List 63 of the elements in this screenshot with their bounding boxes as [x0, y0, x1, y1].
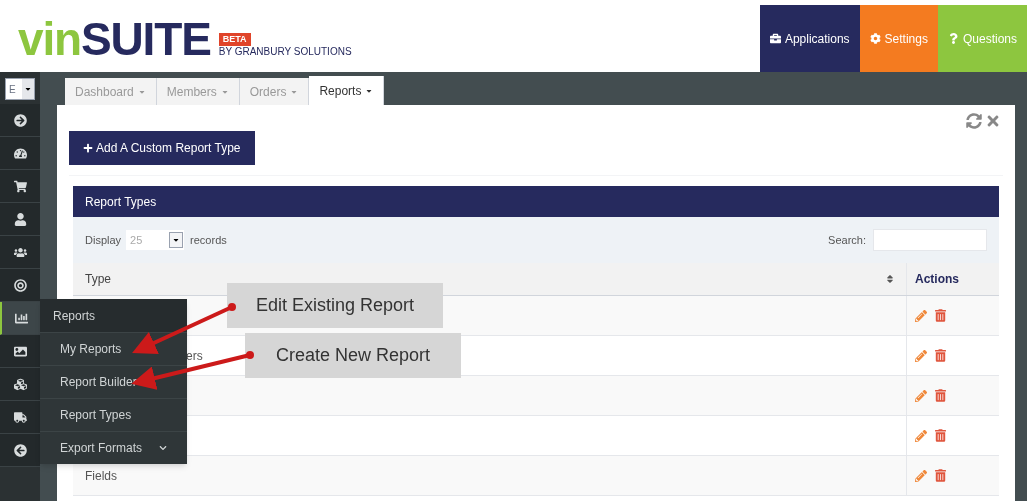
table-cell-text: Fields — [85, 467, 117, 485]
trash-icon[interactable] — [935, 349, 946, 362]
pencil-icon[interactable] — [915, 429, 927, 442]
display-label: Display — [85, 232, 122, 248]
tab[interactable]: Reports — [309, 76, 385, 105]
sidebar-item[interactable] — [0, 302, 40, 335]
sidebar-item[interactable] — [0, 137, 40, 170]
logo: vinSUITE — [18, 15, 211, 62]
pencil-icon[interactable] — [915, 469, 927, 482]
sidebar-item[interactable] — [0, 203, 40, 236]
panel-header: Report Types — [73, 186, 999, 217]
records-label: records — [190, 232, 227, 248]
bar-chart-icon — [14, 311, 28, 325]
sidebar-item[interactable] — [0, 401, 40, 434]
menu-item[interactable]: My Reports — [40, 332, 187, 365]
settings-icon — [869, 33, 881, 44]
truck-icon — [13, 410, 27, 424]
target-icon — [13, 278, 27, 292]
briefcase-icon — [769, 33, 781, 44]
trash-icon[interactable] — [935, 469, 946, 482]
sidebar-item[interactable] — [0, 269, 40, 302]
menu-item[interactable]: Export Formats — [40, 431, 187, 464]
column-header[interactable]: Type — [85, 270, 111, 288]
image-icon — [13, 344, 27, 358]
cubes-icon — [13, 377, 27, 391]
cart-icon — [13, 179, 27, 193]
trash-icon[interactable] — [935, 429, 946, 442]
user-icon — [13, 212, 27, 226]
menu-item[interactable]: Report Builder — [40, 365, 187, 398]
question-icon — [947, 33, 959, 44]
pencil-icon[interactable] — [915, 389, 927, 402]
sidebar-item[interactable] — [0, 104, 40, 137]
callout-label: Create New Report — [245, 333, 461, 378]
sidebar-item[interactable] — [0, 170, 40, 203]
menu-item[interactable]: Report Types — [40, 398, 187, 431]
search-field[interactable] — [873, 229, 987, 251]
gauge-icon — [13, 146, 27, 160]
menu-title: Reports — [53, 307, 96, 325]
site-select[interactable]: E — [5, 78, 35, 100]
caret-icon — [24, 85, 32, 93]
trash-icon[interactable] — [935, 389, 946, 402]
sidebar-item[interactable] — [0, 368, 40, 401]
pencil-icon[interactable] — [915, 309, 927, 322]
caret-icon — [172, 236, 181, 244]
add-report-type-button[interactable]: Add A Custom Report Type — [69, 131, 255, 165]
byline: BY GRANBURY SOLUTIONS — [218, 46, 352, 57]
search-label: Search: — [828, 232, 866, 248]
sidebar-item[interactable] — [0, 236, 40, 269]
refresh-icon[interactable] — [966, 113, 982, 129]
column-header: Actions — [915, 271, 959, 288]
sidebar-item[interactable] — [0, 434, 40, 467]
chevron-icon — [159, 444, 167, 452]
sort-icon — [886, 274, 894, 284]
nav-button[interactable]: Applications — [759, 5, 860, 72]
table-cell-text: ers — [186, 347, 203, 365]
trash-icon[interactable] — [935, 309, 946, 322]
users-icon — [13, 245, 27, 259]
sidebar-item[interactable] — [0, 335, 40, 368]
callout-label: Edit Existing Report — [227, 283, 443, 328]
pencil-icon[interactable] — [915, 349, 927, 362]
plus-icon — [83, 143, 93, 153]
beta-badge: BETA — [218, 32, 251, 46]
close-icon[interactable] — [985, 113, 1001, 129]
